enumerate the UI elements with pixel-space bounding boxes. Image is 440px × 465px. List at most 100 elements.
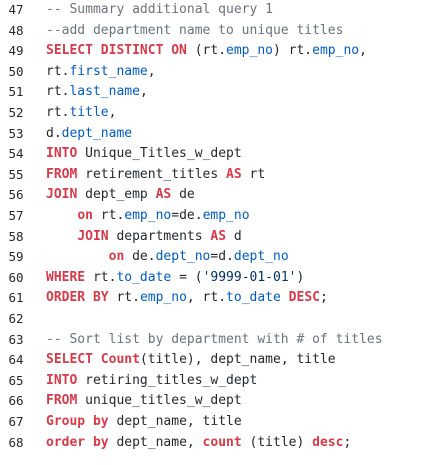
line-number: 54 [8,146,24,162]
code-text: Group by dept_name, title [46,412,242,433]
text-token: departments [108,228,211,244]
identifier-token: emp_no [124,208,172,223]
text-token: de. [124,249,156,265]
line-number: 52 [8,105,24,120]
code-text: WHERE rt.to_date = ('9999-01-01') [46,268,304,289]
keyword-token: AS [155,187,172,203]
code-line[interactable]: 64 SELECT Count(title), dept_name, title [0,350,440,371]
code-text: rt.first_name, [46,62,156,83]
line-number: 55 [8,166,24,182]
keyword-token: AS [210,228,227,244]
code-text: FROM retirement_titles AS rt [46,165,265,186]
keyword-token: on [108,249,125,265]
code-editor[interactable]: 47 -- Summary additional query 1 48 --add d… [0,0,440,465]
code-line[interactable]: 59 on de.dept_no=d.dept_no [0,247,440,268]
line-number: 61 [8,290,24,306]
code-line[interactable]: 55 FROM retirement_titles AS rt [0,165,440,186]
code-line[interactable]: 66 FROM unique_titles_w_dept [0,391,440,412]
keyword-token: order by [46,434,109,450]
code-line[interactable]: 65 INTO retiring_titles_w_dept [0,371,440,392]
code-line[interactable]: 60 WHERE rt.to_date = ('9999-01-01') [0,268,440,289]
text-token: , rt. [186,290,227,306]
code-line[interactable]: 50 rt.first_name, [0,62,440,83]
line-number: 64 [8,352,24,368]
text-token: retiring_titles_w_dept [77,372,258,388]
keyword-token: ORDER BY [46,290,109,306]
text-token: rt. [46,105,70,120]
code-line[interactable]: 57 on rt.emp_no=de.emp_no [0,206,440,227]
text-token: de [171,187,195,203]
keyword-token: on [77,208,93,223]
code-line[interactable]: 61 ORDER BY rt.emp_no, rt.to_date DESC; [0,288,440,309]
code-text: SELECT DISTINCT ON (rt.emp_no) rt.emp_no… [46,41,367,62]
code-text: FROM unique_titles_w_dept [46,391,242,412]
code-text: ORDER BY rt.emp_no, rt.to_date DESC; [46,288,328,309]
text-token: (rt. [186,43,227,59]
text-token: ; [319,290,328,306]
line-number: 67 [8,414,24,429]
code-line[interactable]: 56 JOIN dept_emp AS de [0,185,440,206]
comment-token: --add department name to unique titles [46,22,344,38]
code-text: order by dept_name, count (title) desc; [46,433,351,454]
code-text: -- Summary additional query 1 [46,0,273,21]
code-line[interactable]: 51 rt.last_name, [0,82,440,103]
code-line[interactable]: 52 rt.title, [0,103,440,124]
line-number: 48 [8,22,24,38]
keyword-token: SELECT [46,352,93,368]
text-token: rt. [46,84,70,100]
keyword-token: FROM [46,166,78,182]
keyword-token: INTO [46,146,78,162]
identifier-token: dept_no [155,249,211,265]
string-token: '9999-01-01' [202,269,297,285]
code-text: rt.title, [46,103,116,124]
text-token: dept_emp [77,187,156,203]
text-token: rt. [85,269,117,285]
code-line[interactable]: 58 JOIN departments AS d [0,227,440,248]
text-token: =de. [171,208,203,223]
code-line[interactable]: 47 -- Summary additional query 1 [0,0,440,21]
code-text: on rt.emp_no=de.emp_no [46,206,250,227]
line-number: 53 [8,125,24,141]
keyword-token: Group by [46,414,109,429]
keyword-token: FROM [46,393,78,409]
text-token: d. [46,125,62,141]
code-line[interactable]: 67 Group by dept_name, title [0,412,440,433]
code-line[interactable]: 68 order by dept_name, count (title) desc… [0,433,440,454]
code-line[interactable]: 53 d.dept_name [0,124,440,145]
line-number: 66 [8,393,24,409]
code-line[interactable]: 48 --add department name to unique titles [0,21,440,42]
text-token: d [226,228,242,244]
code-line[interactable]: 62 [0,309,440,330]
code-text: --add department name to unique titles [46,21,343,42]
code-text: SELECT Count(title), dept_name, title [46,350,336,371]
code-text: INTO Unique_Titles_w_dept [46,144,242,165]
code-text: d.dept_name [46,124,132,145]
text-token: ; [343,434,352,450]
text-token: rt [241,166,266,182]
text-token: retirement_titles [77,166,227,182]
text-token: (title), dept_name, title [139,352,336,368]
code-text: INTO retiring_titles_w_dept [46,371,257,392]
text-token: ) rt. [273,43,313,59]
code-text: JOIN dept_emp AS de [46,185,195,206]
code-line[interactable]: 63 -- Sort list by department with # of t… [0,330,440,351]
code-line[interactable]: 49 SELECT DISTINCT ON (rt.emp_no) rt.emp_… [0,41,440,62]
identifier-token: emp_no [312,43,360,59]
text-token: , [139,84,148,100]
identifier-token: dept_no [233,249,289,265]
identifier-token: emp_no [202,208,250,223]
line-number: 63 [8,331,24,347]
code-line[interactable]: 54 INTO Unique_Titles_w_dept [0,144,440,165]
comment-token: -- Sort list by department with # of tit… [46,331,383,347]
text-token: unique_titles_w_dept [77,393,242,409]
identifier-token: last_name [69,84,140,100]
text-token: rt. [108,290,140,306]
identifier-token: dept_name [61,125,133,141]
identifier-token: first_name [69,63,148,79]
keyword-token: count [202,434,242,450]
keyword-token: JOIN [77,228,109,244]
